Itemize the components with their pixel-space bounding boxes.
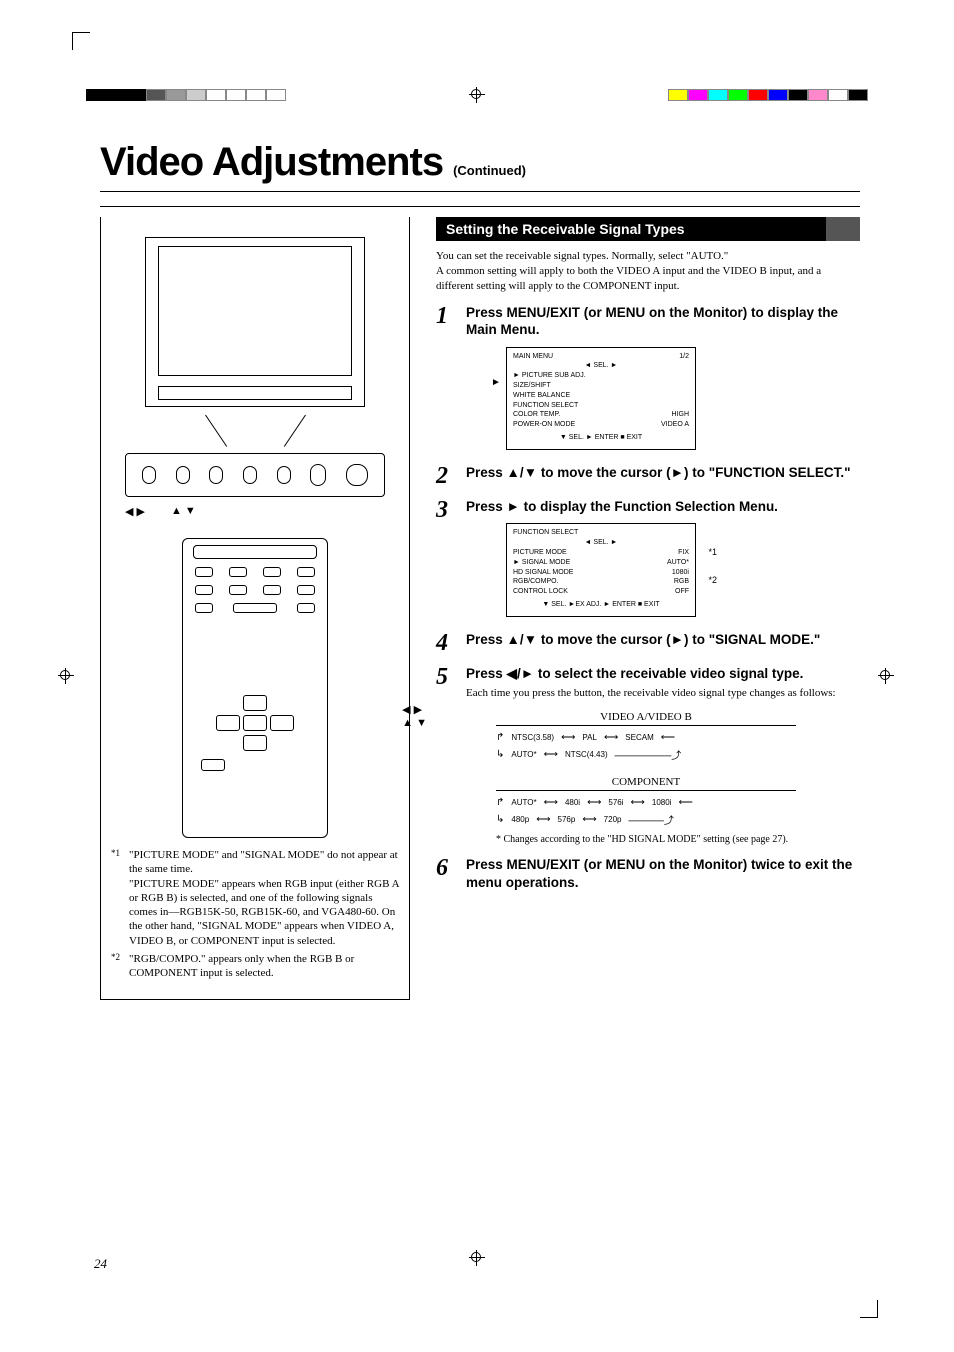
left-icon: ◀ bbox=[507, 666, 517, 681]
step-number: 1 bbox=[436, 304, 456, 454]
registration-mark-icon bbox=[469, 1250, 485, 1266]
callout-lines bbox=[145, 415, 365, 453]
star-2: *2 bbox=[708, 574, 717, 587]
signal-diagram: VIDEO A/VIDEO B ↱ NTSC(3.58)⟷ PAL⟷ SECAM… bbox=[496, 711, 860, 827]
page-number: 24 bbox=[94, 1256, 107, 1272]
ud-arrows-label: ▲ ▼ bbox=[171, 505, 196, 518]
top-registration-row bbox=[0, 88, 954, 102]
step-2: 2 Press ▲/▼ to move the cursor (►) to "F… bbox=[436, 464, 860, 488]
signal-star-note: * Changes according to the "HD SIGNAL MO… bbox=[496, 833, 860, 846]
step-6: 6 Press MENU/EXIT (or MENU on the Monito… bbox=[436, 856, 860, 891]
nav-arrow-labels: ◀ ▶ ▲ ▼ bbox=[125, 505, 385, 518]
osd-function-menu: *1 *2 FUNCTION SELECT ◄ SEL. ► PICTURE M… bbox=[506, 523, 696, 616]
play-icon: ► bbox=[671, 632, 684, 647]
play-icon: ► bbox=[671, 465, 684, 480]
lr-arrows-label: ◀ ▶ bbox=[125, 505, 145, 518]
remote-illustration bbox=[182, 538, 328, 838]
down-icon: ▼ bbox=[524, 632, 537, 647]
footnotes: *1 "PICTURE MODE" and "SIGNAL MODE" do n… bbox=[111, 848, 399, 981]
intro-paragraph: You can set the receivable signal types.… bbox=[436, 249, 860, 294]
step-4-head: Press ▲/▼ to move the cursor (►) to "SIG… bbox=[466, 631, 860, 649]
down-icon: ▼ bbox=[524, 465, 537, 480]
footnote-superscript: *2 bbox=[111, 952, 125, 981]
dpad-illustration bbox=[216, 695, 294, 751]
step-5-head: Press ◀/► to select the receivable video… bbox=[466, 665, 860, 683]
step-number: 2 bbox=[436, 464, 456, 488]
up-icon: ▲ bbox=[507, 632, 520, 647]
signal-label-video: VIDEO A/VIDEO B bbox=[496, 711, 796, 726]
page-content: Video Adjustments (Continued) ◀ ▶ ▲ ▼ bbox=[100, 140, 860, 1000]
step-1: 1 Press MENU/EXIT (or MENU on the Monito… bbox=[436, 304, 860, 454]
panel-buttons-illustration bbox=[125, 453, 385, 497]
up-icon: ▲ bbox=[507, 465, 520, 480]
step-2-head: Press ▲/▼ to move the cursor (►) to "FUN… bbox=[466, 464, 860, 482]
play-icon: ► bbox=[521, 666, 534, 681]
step-number: 6 bbox=[436, 856, 456, 891]
crop-mark-tl bbox=[72, 32, 90, 50]
step-5-body: Each time you press the button, the rece… bbox=[466, 686, 860, 701]
page-title-row: Video Adjustments (Continued) bbox=[100, 140, 860, 185]
star-1: *1 bbox=[708, 546, 717, 559]
footnote-superscript: *1 bbox=[111, 848, 125, 948]
rule bbox=[100, 191, 860, 192]
play-icon: ► bbox=[507, 499, 520, 514]
monitor-illustration bbox=[145, 237, 365, 407]
registration-mark-icon bbox=[469, 87, 485, 103]
step-3-head: Press ► to display the Function Selectio… bbox=[466, 498, 860, 516]
play-icon: ► bbox=[491, 376, 501, 390]
page-title: Video Adjustments bbox=[100, 140, 443, 185]
step-6-head: Press MENU/EXIT (or MENU on the Monitor)… bbox=[466, 856, 860, 891]
step-number: 3 bbox=[436, 498, 456, 621]
osd-main-menu: ► MAIN MENU1/2 ◄ SEL. ► ► PICTURE SUB AD… bbox=[506, 347, 696, 450]
rule bbox=[100, 206, 860, 207]
registration-mark-icon bbox=[878, 668, 894, 684]
step-4: 4 Press ▲/▼ to move the cursor (►) to "S… bbox=[436, 631, 860, 655]
signal-label-component: COMPONENT bbox=[496, 776, 796, 791]
step-number: 5 bbox=[436, 665, 456, 846]
section-heading: Setting the Receivable Signal Types bbox=[436, 217, 860, 241]
footnote-2: "RGB/COMPO." appears only when the RGB B… bbox=[129, 952, 399, 981]
footnote-1: "PICTURE MODE" and "SIGNAL MODE" do not … bbox=[129, 848, 399, 948]
step-1-head: Press MENU/EXIT (or MENU on the Monitor)… bbox=[466, 304, 860, 339]
step-5: 5 Press ◀/► to select the receivable vid… bbox=[436, 665, 860, 846]
crop-mark-br bbox=[860, 1300, 878, 1318]
gray-swatch-bar bbox=[86, 89, 286, 101]
right-column: Setting the Receivable Signal Types You … bbox=[436, 217, 860, 1000]
step-number: 4 bbox=[436, 631, 456, 655]
remote-arrow-labels: ◀ ▶ ▲ ▼ bbox=[402, 704, 427, 730]
page-subtitle: (Continued) bbox=[453, 163, 526, 178]
registration-mark-icon bbox=[58, 668, 74, 684]
left-column: ◀ ▶ ▲ ▼ ◀ ▶ ▲ ▼ bbox=[100, 217, 410, 1000]
step-3: 3 Press ► to display the Function Select… bbox=[436, 498, 860, 621]
color-swatch-bar bbox=[668, 89, 868, 101]
